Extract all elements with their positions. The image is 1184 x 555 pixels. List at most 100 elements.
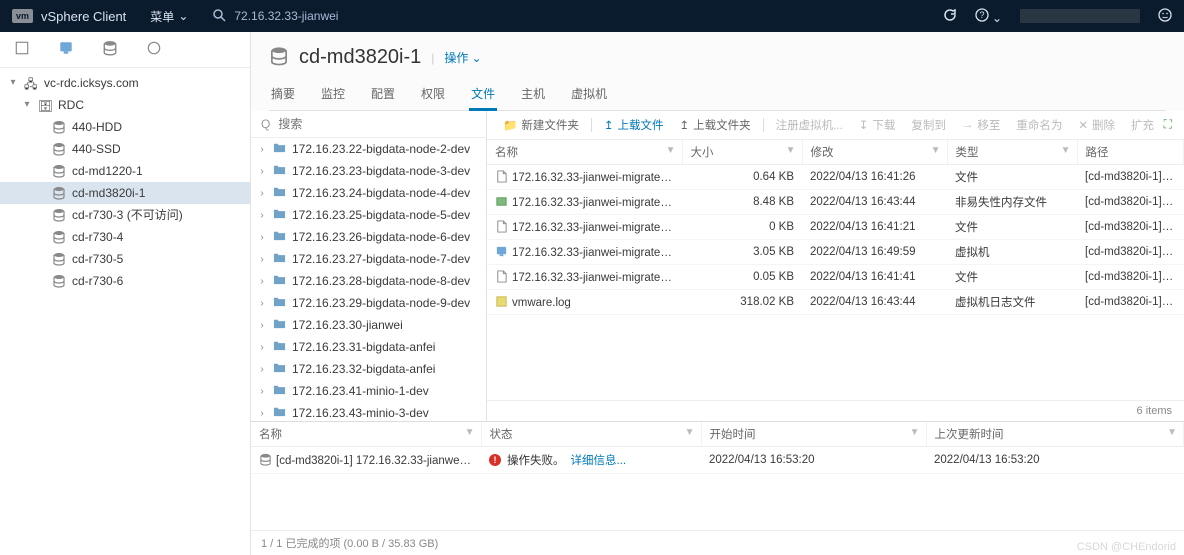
vcenter-node[interactable]: ▾🖧vc-rdc.icksys.com	[0, 72, 250, 94]
storage-view-icon[interactable]	[102, 40, 118, 59]
detail-link[interactable]: 详细信息...	[571, 452, 627, 468]
filter-icon[interactable]: ▼	[1061, 145, 1071, 156]
folder-item[interactable]: › 172.16.23.32-bigdata-anfei	[251, 358, 486, 380]
inflate-button[interactable]: 扩充	[1125, 115, 1160, 135]
register-vm-button[interactable]: 注册虚拟机...	[770, 115, 849, 135]
task-row[interactable]: [cd-md3820i-1] 172.16.32.33-jianwei-migr…	[251, 447, 1184, 474]
filter-icon[interactable]: ▼	[685, 427, 695, 438]
datastore-icon	[52, 120, 66, 134]
file-row[interactable]: 172.16.32.33-jianwei-migrate.vmx 3.05 KB…	[487, 240, 1184, 265]
vcenter-icon: 🖧	[24, 76, 38, 90]
task-col-name[interactable]: 名称▼	[251, 422, 481, 447]
search-icon: Q	[261, 117, 270, 131]
copy-button[interactable]: 复制到	[905, 115, 952, 135]
file-icon	[495, 297, 512, 309]
datastore-node[interactable]: cd-r730-3 (不可访问)	[0, 204, 250, 226]
folder-item[interactable]: › 172.16.23.22-bigdata-node-2-dev	[251, 138, 486, 160]
datastore-node[interactable]: 440-SSD	[0, 138, 250, 160]
file-row[interactable]: 172.16.32.33-jianwei-migrate.vmxf 0.05 K…	[487, 265, 1184, 290]
actions-dropdown[interactable]: 操作 ⌄	[444, 49, 481, 66]
file-row[interactable]: 172.16.32.33-jianwei-migrate-55f648e7.hl…	[487, 165, 1184, 190]
delete-button[interactable]: ✕删除	[1072, 115, 1121, 135]
datastore-node[interactable]: cd-r730-4	[0, 226, 250, 248]
tab-6[interactable]: 虚拟机	[569, 79, 609, 110]
datacenter-node[interactable]: ▾🗄RDC	[0, 94, 250, 116]
datastore-node[interactable]: cd-md1220-1	[0, 160, 250, 182]
folder-icon	[273, 383, 286, 399]
chevron-right-icon: ›	[257, 408, 267, 419]
hosts-view-icon[interactable]	[14, 40, 30, 59]
filter-icon[interactable]: ▼	[666, 145, 676, 156]
feedback-icon[interactable]	[1158, 8, 1172, 25]
network-view-icon[interactable]	[146, 40, 162, 59]
filter-icon[interactable]: ▼	[786, 145, 796, 156]
upload-folder-button[interactable]: ↥上载文件夹	[673, 115, 756, 135]
datastore-node[interactable]: 440-HDD	[0, 116, 250, 138]
tab-5[interactable]: 主机	[519, 79, 547, 110]
col-modified[interactable]: 修改▼	[802, 140, 947, 165]
folder-item[interactable]: › 172.16.23.23-bigdata-node-3-dev	[251, 160, 486, 182]
items-count: 6 items	[487, 400, 1184, 421]
upload-file-button[interactable]: ↥上载文件	[598, 115, 670, 135]
tab-4[interactable]: 文件	[469, 79, 497, 111]
folder-item[interactable]: › 172.16.23.31-bigdata-anfei	[251, 336, 486, 358]
filter-icon[interactable]: ▼	[1167, 427, 1177, 438]
col-name[interactable]: 名称▼	[487, 140, 682, 165]
folder-icon	[273, 163, 286, 179]
task-col-update[interactable]: 上次更新时间▼	[926, 422, 1184, 447]
file-row[interactable]: 172.16.32.33-jianwei-migrate.nvram 8.48 …	[487, 190, 1184, 215]
datastore-node[interactable]: cd-r730-6	[0, 270, 250, 292]
chevron-right-icon: ›	[257, 320, 267, 331]
datastore-node[interactable]: cd-r730-5	[0, 248, 250, 270]
vms-view-icon[interactable]	[58, 40, 74, 59]
folder-item[interactable]: › 172.16.23.27-bigdata-node-7-dev	[251, 248, 486, 270]
col-type[interactable]: 类型▼	[947, 140, 1077, 165]
task-col-start[interactable]: 开始时间▼	[701, 422, 926, 447]
folder-icon	[273, 207, 286, 223]
filter-icon[interactable]: ▼	[931, 145, 941, 156]
folder-item[interactable]: › 172.16.23.43-minio-3-dev	[251, 402, 486, 421]
folder-icon	[273, 361, 286, 377]
search-icon	[212, 8, 226, 25]
datastore-icon	[269, 46, 289, 69]
tab-2[interactable]: 配置	[369, 79, 397, 110]
expand-icon[interactable]: ⛶	[1164, 117, 1172, 132]
folder-item[interactable]: › 172.16.23.24-bigdata-node-4-dev	[251, 182, 486, 204]
refresh-icon[interactable]	[943, 8, 957, 25]
file-row[interactable]: 172.16.32.33-jianwei-migrate.vmsd 0 KB 2…	[487, 215, 1184, 240]
datastore-icon	[52, 208, 66, 222]
menu-button[interactable]: 菜单 ⌄	[150, 8, 188, 25]
rename-button[interactable]: 重命名为	[1010, 115, 1068, 135]
tab-0[interactable]: 摘要	[269, 79, 297, 110]
folder-item[interactable]: › 172.16.23.41-minio-1-dev	[251, 380, 486, 402]
user-masked	[1020, 9, 1140, 23]
folder-item[interactable]: › 172.16.23.26-bigdata-node-6-dev	[251, 226, 486, 248]
search-text[interactable]: 72.16.32.33-jianwei	[234, 9, 338, 23]
task-col-status[interactable]: 状态▼	[481, 422, 701, 447]
filter-icon[interactable]: ▼	[910, 427, 920, 438]
chevron-right-icon: ›	[257, 364, 267, 375]
folder-search-input[interactable]	[278, 117, 476, 131]
filter-icon[interactable]: ▼	[465, 427, 475, 438]
col-size[interactable]: 大小▼	[682, 140, 802, 165]
tab-1[interactable]: 监控	[319, 79, 347, 110]
chevron-right-icon: ›	[257, 298, 267, 309]
folder-item[interactable]: › 172.16.23.25-bigdata-node-5-dev	[251, 204, 486, 226]
new-folder-button[interactable]: 📁新建文件夹	[497, 115, 585, 135]
datastore-icon	[52, 186, 66, 200]
move-button[interactable]: →移至	[956, 115, 1007, 135]
chevron-down-icon: ⌄	[471, 51, 481, 65]
folder-item[interactable]: › 172.16.23.28-bigdata-node-8-dev	[251, 270, 486, 292]
chevron-right-icon: ›	[257, 166, 267, 177]
chevron-down-icon: ⌄	[178, 9, 188, 23]
download-button[interactable]: ↧下载	[853, 115, 902, 135]
datastore-node[interactable]: cd-md3820i-1	[0, 182, 250, 204]
help-icon[interactable]: ⌄	[975, 8, 1002, 25]
tab-3[interactable]: 权限	[419, 79, 447, 110]
folder-icon	[273, 295, 286, 311]
folder-item[interactable]: › 172.16.23.29-bigdata-node-9-dev	[251, 292, 486, 314]
folder-item[interactable]: › 172.16.23.30-jianwei	[251, 314, 486, 336]
col-path[interactable]: 路径	[1077, 140, 1184, 165]
chevron-right-icon: ›	[257, 144, 267, 155]
file-row[interactable]: vmware.log 318.02 KB 2022/04/13 16:43:44…	[487, 290, 1184, 315]
